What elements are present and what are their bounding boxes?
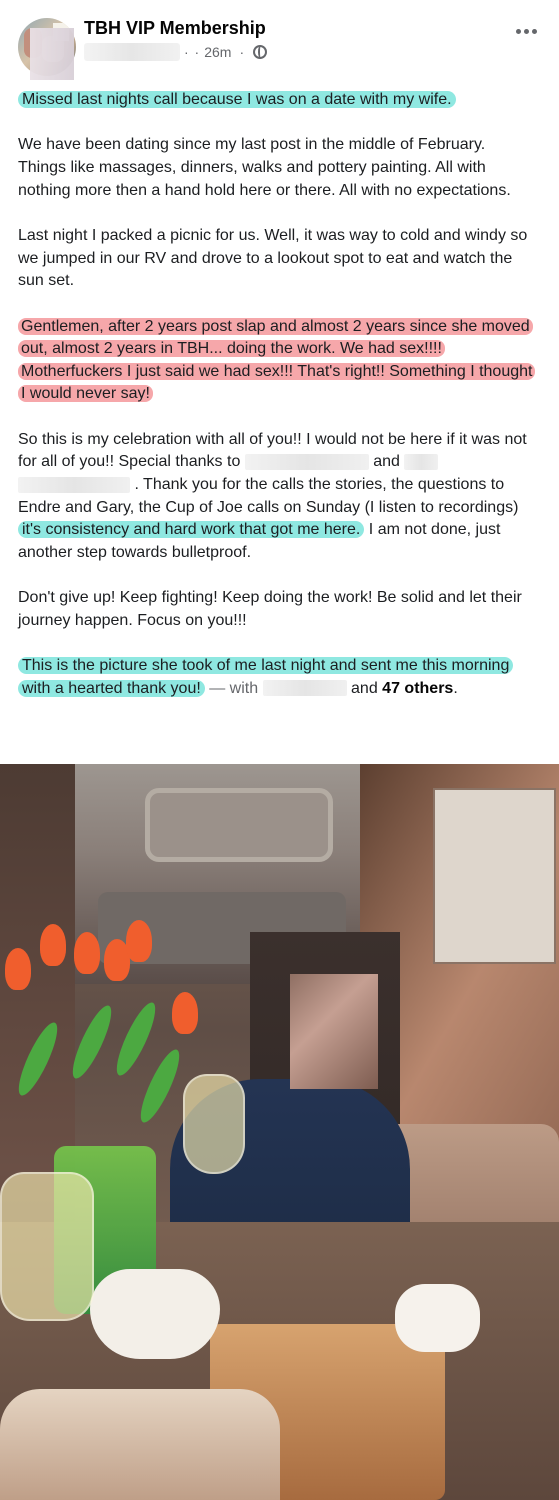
author-name-redacted[interactable]: [84, 43, 180, 61]
tulip-icon: [172, 992, 198, 1034]
tagged-name-redacted[interactable]: [244, 454, 369, 471]
post-paragraph: Last night I packed a picnic for us. Wel…: [18, 226, 528, 290]
post-paragraph: This is the picture she took of me last …: [18, 655, 537, 700]
tulip-icon: [5, 948, 31, 990]
tagged-count[interactable]: 47: [382, 680, 400, 697]
leaf-icon: [134, 1045, 186, 1127]
highlight-text: it's consistency and hard work that got …: [18, 521, 365, 539]
leaf-icon: [110, 998, 162, 1080]
meta-separator: · ·: [184, 44, 201, 60]
post-photo[interactable]: [0, 764, 559, 1500]
tagged-name-redacted[interactable]: [404, 454, 439, 471]
more-dot-icon: [523, 28, 529, 34]
post-header: TBH VIP Membership · · 26m ·: [0, 0, 559, 92]
highlight-text: Gentlemen, after 2 years post slap and a…: [18, 317, 536, 403]
post-paragraph: Gentlemen, after 2 years post slap and a…: [18, 316, 537, 406]
post-paragraph: Don't give up! Keep fighting! Keep doing…: [18, 589, 522, 629]
ceiling-light: [145, 788, 333, 862]
tulip-icon: [74, 932, 100, 974]
post-time[interactable]: 26m: [204, 44, 231, 60]
author-avatar-redacted: [30, 28, 74, 80]
right-window: [433, 788, 556, 964]
paragraph-end: .: [453, 679, 458, 697]
more-options-button[interactable]: [511, 22, 541, 40]
tagged-name-redacted[interactable]: [18, 476, 130, 493]
wine-glass-foreground: [0, 1172, 94, 1321]
wine-glass: [183, 1074, 245, 1174]
bread-foreground: [0, 1389, 280, 1500]
post-meta: · · 26m ·: [84, 42, 268, 62]
face-blur: [290, 974, 378, 1089]
bowl: [395, 1284, 480, 1352]
post-paragraph: So this is my celebration with all of yo…: [18, 429, 537, 565]
post-body: Missed last nights call because I was on…: [18, 89, 537, 723]
with-text: — with: [209, 679, 263, 697]
group-name[interactable]: TBH VIP Membership: [84, 17, 266, 39]
tulip-icon: [40, 924, 66, 966]
highlight-text: Missed last nights call because I was on…: [18, 91, 456, 108]
more-dot-icon: [515, 28, 521, 34]
tagged-name-redacted[interactable]: [262, 680, 347, 697]
paragraph-text: and: [373, 453, 405, 471]
and-text: and: [351, 679, 383, 697]
meta-dot: ·: [239, 44, 246, 60]
globe-icon: [253, 45, 268, 59]
tulip-icon: [126, 920, 152, 962]
post-paragraph: Missed last nights call because I was on…: [18, 89, 537, 112]
bowl: [90, 1269, 220, 1359]
more-dot-icon: [531, 28, 537, 34]
post-paragraph: We have been dating since my last post i…: [18, 136, 511, 199]
others-link[interactable]: others: [404, 680, 453, 697]
